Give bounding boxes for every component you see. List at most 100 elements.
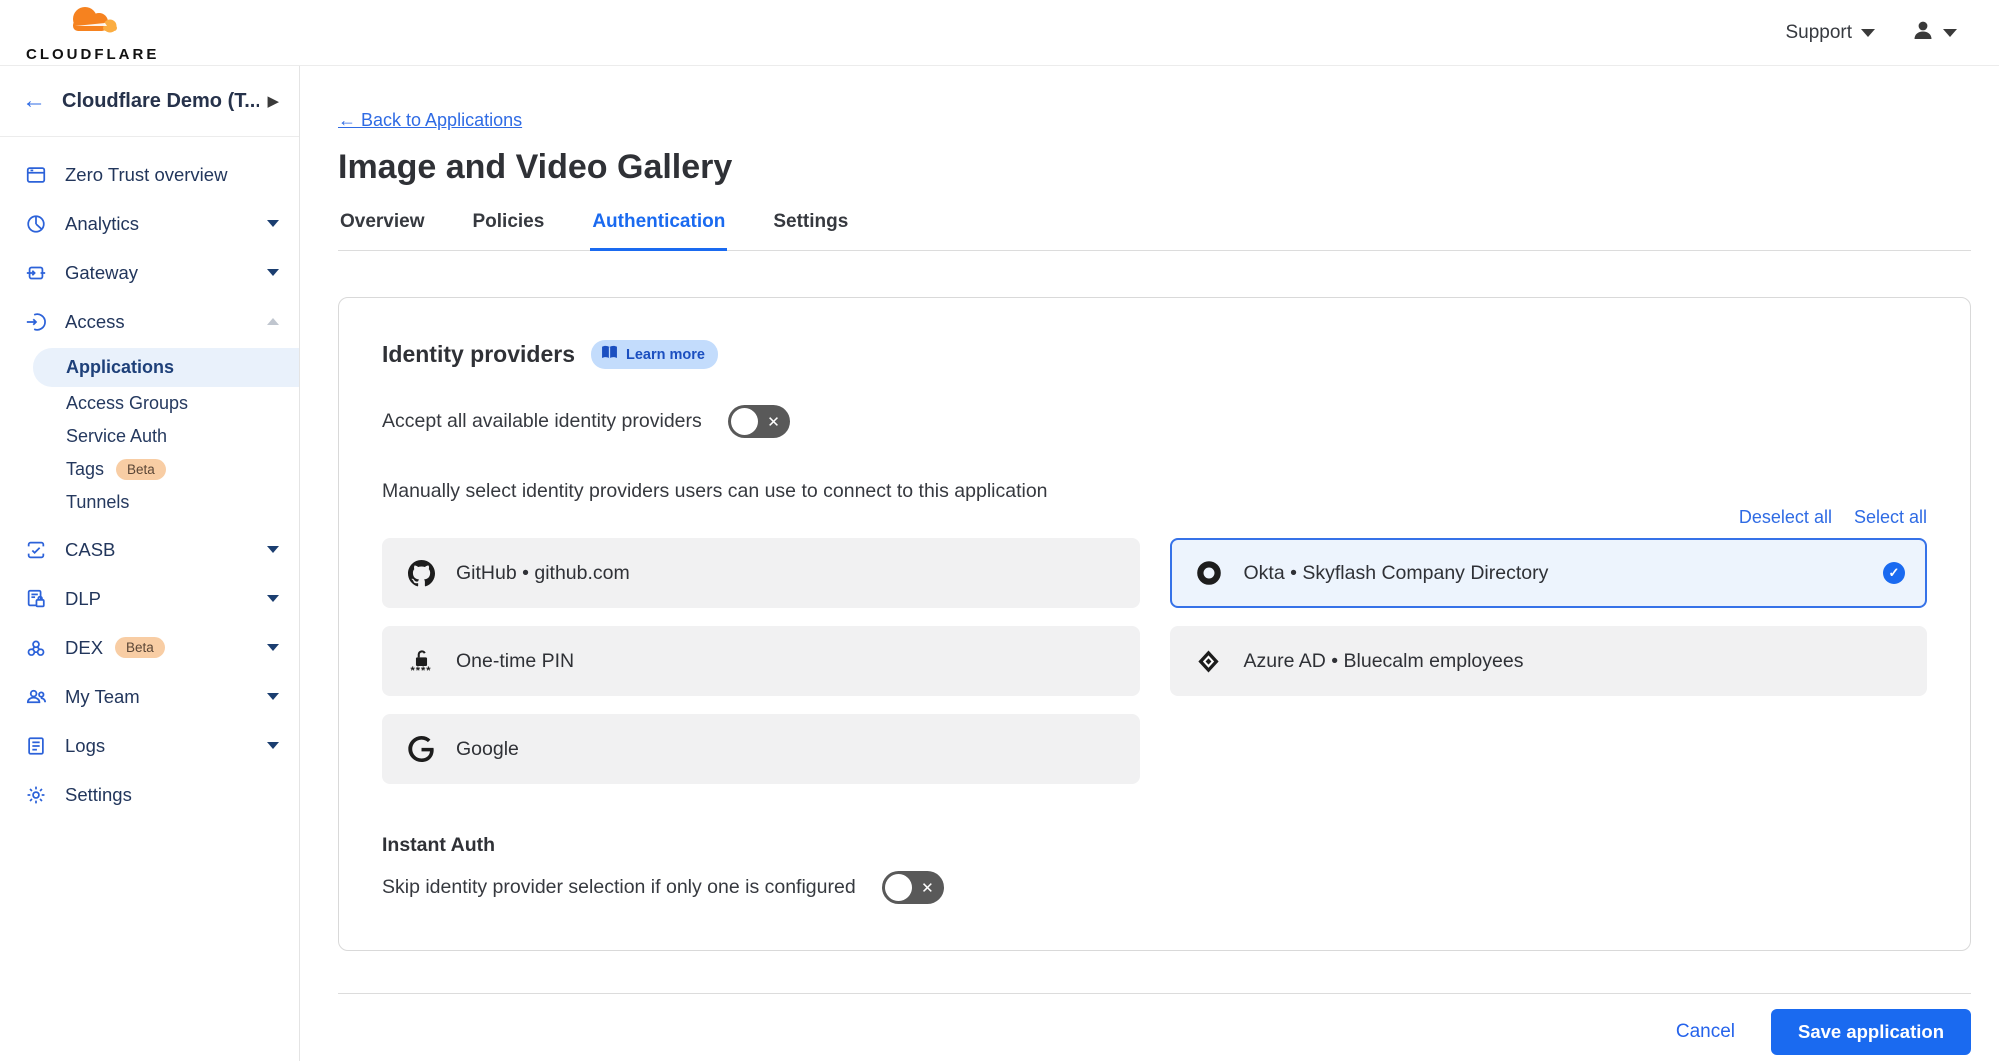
sidebar-item-label: Analytics xyxy=(65,213,139,235)
provider-name: Okta • Skyflash Company Directory xyxy=(1244,562,1549,585)
azure-ad-icon xyxy=(1194,648,1224,675)
gateway-icon xyxy=(24,261,48,285)
sidebar-item-gateway[interactable]: Gateway xyxy=(0,248,299,297)
sidebar-item-label: Settings xyxy=(65,784,132,806)
analytics-pie-icon xyxy=(24,212,48,236)
casb-icon xyxy=(24,538,48,562)
sidebar-item-tunnels[interactable]: Tunnels xyxy=(0,486,299,519)
sidebar-item-zero-trust-overview[interactable]: Zero Trust overview xyxy=(0,150,299,199)
google-icon xyxy=(406,736,436,762)
chevron-down-icon xyxy=(1861,29,1875,37)
sidebar: ← Cloudflare Demo (T... ▶ Zero Trust ove… xyxy=(0,66,300,1061)
sidebar-subitem-label: Access Groups xyxy=(66,393,188,414)
sidebar-item-applications[interactable]: Applications xyxy=(33,348,299,387)
provider-name: Google xyxy=(456,738,519,761)
back-arrow-icon[interactable]: ← xyxy=(22,87,46,115)
select-all-link[interactable]: Select all xyxy=(1854,507,1927,528)
provider-tile-azure-ad[interactable]: Azure AD • Bluecalm employees xyxy=(1170,626,1928,696)
overview-window-icon xyxy=(24,163,48,187)
accept-all-toggle[interactable]: ✕ xyxy=(728,405,790,438)
support-menu[interactable]: Support xyxy=(1785,22,1875,44)
sidebar-item-access-groups[interactable]: Access Groups xyxy=(0,387,299,420)
sidebar-item-label: Logs xyxy=(65,735,105,757)
identity-providers-card: Identity providers Learn more Accept all… xyxy=(338,297,1971,951)
chevron-right-icon: ▶ xyxy=(267,92,279,110)
provider-tile-github[interactable]: GitHub • github.com xyxy=(382,538,1140,608)
logs-list-icon xyxy=(24,734,48,758)
beta-badge: Beta xyxy=(116,459,166,480)
sidebar-item-settings[interactable]: Settings xyxy=(0,770,299,819)
sidebar-item-analytics[interactable]: Analytics xyxy=(0,199,299,248)
chevron-down-icon xyxy=(267,644,279,651)
tab-bar: Overview Policies Authentication Setting… xyxy=(338,211,1971,251)
provider-name: Azure AD • Bluecalm employees xyxy=(1244,650,1524,673)
learn-more-label: Learn more xyxy=(626,347,705,363)
sidebar-item-label: CASB xyxy=(65,539,115,561)
provider-tiles: GitHub • github.com Okta • Skyflash Comp… xyxy=(382,538,1927,784)
card-title: Identity providers xyxy=(382,341,575,368)
settings-gear-icon xyxy=(24,783,48,807)
instant-auth-heading: Instant Auth xyxy=(382,834,1927,857)
support-label: Support xyxy=(1785,22,1852,44)
user-menu[interactable] xyxy=(1911,18,1957,47)
sidebar-item-label: Gateway xyxy=(65,262,138,284)
okta-icon xyxy=(1194,559,1224,587)
page-title: Image and Video Gallery xyxy=(338,148,1971,187)
provider-tile-one-time-pin[interactable]: **** One-time PIN xyxy=(382,626,1140,696)
provider-tile-google[interactable]: Google xyxy=(382,714,1140,784)
dex-network-icon xyxy=(24,636,48,660)
provider-tile-okta[interactable]: Okta • Skyflash Company Directory ✓ xyxy=(1170,538,1928,608)
learn-more-badge[interactable]: Learn more xyxy=(591,340,718,369)
tab-authentication[interactable]: Authentication xyxy=(590,211,727,251)
tab-settings[interactable]: Settings xyxy=(771,211,850,250)
deselect-all-link[interactable]: Deselect all xyxy=(1739,507,1832,528)
sidebar-item-label: My Team xyxy=(65,686,140,708)
tab-overview[interactable]: Overview xyxy=(338,211,427,250)
sidebar-nav: Zero Trust overview Analytics Gateway xyxy=(0,137,299,819)
cloudflare-logo-text: CLOUDFLARE xyxy=(26,47,159,62)
sidebar-item-tags[interactable]: Tags Beta xyxy=(0,453,299,486)
sidebar-item-dlp[interactable]: DLP xyxy=(0,574,299,623)
main-content: ← Back to Applications Image and Video G… xyxy=(300,66,1999,1061)
sidebar-item-service-auth[interactable]: Service Auth xyxy=(0,420,299,453)
cancel-button[interactable]: Cancel xyxy=(1676,1021,1735,1043)
provider-name: GitHub • github.com xyxy=(456,562,630,585)
sidebar-item-label: Zero Trust overview xyxy=(65,164,227,186)
book-icon xyxy=(601,345,618,364)
access-subnav: Applications Access Groups Service Auth … xyxy=(0,348,299,519)
manual-select-text: Manually select identity providers users… xyxy=(382,480,1927,503)
sidebar-account-switcher[interactable]: ← Cloudflare Demo (T... ▶ xyxy=(0,66,299,137)
save-application-button[interactable]: Save application xyxy=(1771,1009,1971,1055)
sidebar-subitem-label: Tunnels xyxy=(66,492,129,513)
one-time-pin-icon: **** xyxy=(406,649,436,674)
sidebar-item-dex[interactable]: DEX Beta xyxy=(0,623,299,672)
otp-stars: **** xyxy=(410,669,431,674)
sidebar-item-access[interactable]: Access xyxy=(0,297,299,346)
back-to-applications-link[interactable]: ← Back to Applications xyxy=(338,110,522,131)
footer-actions: Cancel Save application xyxy=(338,994,1971,1061)
chevron-up-icon xyxy=(267,318,279,325)
instant-auth-toggle[interactable]: ✕ xyxy=(882,871,944,904)
sidebar-item-label: DEX xyxy=(65,637,103,659)
toggle-knob xyxy=(885,874,912,901)
sidebar-item-my-team[interactable]: My Team xyxy=(0,672,299,721)
team-people-icon xyxy=(24,685,48,709)
chevron-down-icon xyxy=(267,269,279,276)
accept-all-toggle-label: Accept all available identity providers xyxy=(382,410,702,433)
cloudflare-logo[interactable]: CLOUDFLARE xyxy=(26,4,159,62)
beta-badge: Beta xyxy=(115,637,165,658)
account-name: Cloudflare Demo (T... xyxy=(62,90,259,113)
toggle-knob xyxy=(731,408,758,435)
sidebar-item-casb[interactable]: CASB xyxy=(0,525,299,574)
chevron-down-icon xyxy=(267,220,279,227)
sidebar-item-logs[interactable]: Logs xyxy=(0,721,299,770)
cloudflare-cloud-icon xyxy=(47,4,139,46)
instant-auth-toggle-label: Skip identity provider selection if only… xyxy=(382,876,856,899)
top-bar: CLOUDFLARE Support xyxy=(0,0,1999,66)
chevron-down-icon xyxy=(267,742,279,749)
sidebar-subitem-label: Applications xyxy=(66,357,174,378)
github-icon xyxy=(406,560,436,587)
user-avatar-icon xyxy=(1911,18,1935,47)
tab-policies[interactable]: Policies xyxy=(471,211,547,250)
access-icon xyxy=(24,310,48,334)
